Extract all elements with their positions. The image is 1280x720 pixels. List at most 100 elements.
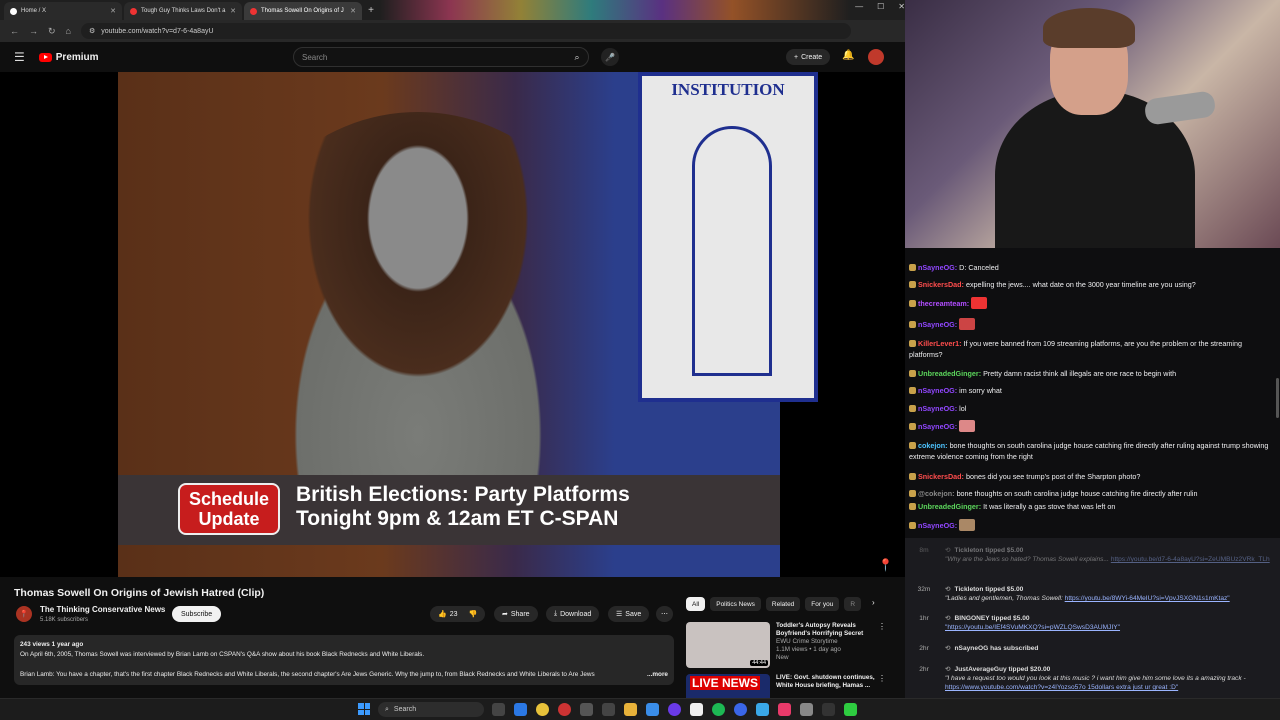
video-thumbnail[interactable]: 44:44 (686, 622, 770, 668)
chip-politics-news[interactable]: Politics News (710, 597, 761, 611)
event-link[interactable]: https://youtu.be/8WYi-64MeIU?si=VpvJSXGN… (1065, 595, 1230, 602)
more-options-icon[interactable]: ⋮ (878, 622, 886, 631)
related-video[interactable]: 44:44 Toddler's Autopsy Reveals Boyfrien… (686, 622, 896, 668)
thumbs-down-icon[interactable]: 👎 (469, 610, 478, 618)
event-link[interactable]: "https://youtu.be/IEf4SVuMKXQ?si=pWZLQSw… (945, 624, 1120, 631)
home-icon[interactable]: ⌂ (66, 26, 71, 36)
institution-banner: INSTITUTION (638, 72, 818, 402)
browser-tab-video-1[interactable]: Tough Guy Thinks Laws Don't a ✕ (124, 2, 242, 20)
chat-message: thecreamteam: (909, 297, 1271, 309)
minimize-icon[interactable]: — (855, 2, 863, 11)
subscribe-button[interactable]: Subscribe (172, 606, 222, 622)
browser-tab-x[interactable]: Home / X ✕ (4, 2, 122, 20)
store-icon[interactable] (646, 703, 659, 716)
search-icon[interactable]: ⌕ (566, 47, 588, 67)
notion-icon[interactable] (690, 703, 703, 716)
save-icon: ☰ (616, 611, 623, 618)
chat-text: bone thoughts on south carolina judge ho… (956, 489, 1198, 498)
maximize-icon[interactable]: ☐ (877, 2, 884, 11)
spotify-icon[interactable] (712, 703, 725, 716)
close-window-icon[interactable]: ✕ (898, 2, 905, 11)
windows-start-icon[interactable] (358, 703, 370, 715)
chat-username[interactable]: UnbreadedGinger: (918, 369, 981, 378)
forward-icon[interactable]: → (29, 26, 38, 36)
chat-message: nSayneOG: D: Canceled (909, 262, 1271, 273)
microphone-icon[interactable]: 🎤 (601, 48, 619, 66)
terminal-icon[interactable] (602, 703, 615, 716)
video-player[interactable]: INSTITUTION Schedule Update British Elect… (0, 72, 905, 577)
steam-icon[interactable] (734, 703, 747, 716)
save-button[interactable]: ☰ Save (608, 606, 650, 622)
thumbs-up-icon: 👍 (438, 611, 447, 618)
task-view-icon[interactable] (492, 703, 505, 716)
more-options-icon[interactable]: ⋮ (878, 674, 886, 683)
chat-username[interactable]: nSayneOG: (918, 404, 957, 413)
site-info-icon[interactable]: ⚙ (89, 27, 95, 35)
chat-username[interactable]: SnickersDad: (918, 280, 964, 289)
chip-truncated[interactable]: R (844, 597, 862, 611)
notifications-bell-icon[interactable]: 🔔 (842, 50, 854, 61)
hamburger-menu-icon[interactable]: ☰ (14, 50, 25, 64)
taskbar-apps (492, 703, 857, 716)
app-icon[interactable] (778, 703, 791, 716)
download-button[interactable]: ⤓ Download (546, 606, 600, 622)
chat-username[interactable]: nSayneOG: (918, 386, 957, 395)
channel-avatar[interactable]: 📍 (16, 606, 32, 622)
chat-username[interactable]: nSayneOG: (918, 320, 957, 329)
url-field[interactable]: ⚙ youtube.com/watch?v=d7-6-4a8ayU (80, 23, 851, 39)
reload-icon[interactable]: ↻ (48, 26, 56, 37)
share-button[interactable]: ➦ Share (494, 606, 538, 622)
back-icon[interactable]: ← (10, 26, 19, 36)
like-button[interactable]: 👍 23 👎 (430, 606, 486, 622)
chat-username[interactable]: nSayneOG: (918, 263, 957, 272)
search-input[interactable]: Search (293, 47, 589, 67)
app-icon[interactable] (800, 703, 813, 716)
chat-message: nSayneOG: im sorry what (909, 385, 1271, 396)
location-pin-icon: 📍 (878, 558, 893, 572)
video-description[interactable]: 243 views 1 year ago On April 6th, 2005,… (14, 635, 674, 685)
chat-message: nSayneOG: (909, 420, 1271, 432)
chip-related[interactable]: Related (765, 597, 801, 611)
app-icon[interactable] (756, 703, 769, 716)
chat-username[interactable]: nSayneOG: (918, 422, 957, 431)
chat-username[interactable]: SnickersDad: (918, 472, 964, 481)
chat-username[interactable]: UnbreadedGinger: (918, 502, 981, 511)
event-title: Tickleton tipped $5.00 (954, 586, 1024, 593)
obs-icon[interactable] (558, 703, 571, 716)
chip-all[interactable]: All (686, 597, 706, 611)
cspan-lower-third: Schedule Update British Elections: Party … (118, 475, 780, 545)
chat-message: nSayneOG: (909, 519, 1271, 531)
chip-for-you[interactable]: For you (805, 597, 840, 611)
chat-username[interactable]: @cokejon: (918, 489, 955, 498)
edge-icon[interactable] (514, 703, 527, 716)
chat-username[interactable]: thecreamteam: (918, 299, 969, 308)
create-button[interactable]: + Create (786, 49, 831, 65)
chevron-right-icon[interactable]: › (872, 598, 875, 607)
more-actions-icon[interactable]: ⋯ (656, 606, 673, 622)
youtube-logo[interactable]: Premium (38, 52, 99, 63)
chat-scrollbar[interactable] (1276, 378, 1279, 418)
folder-icon[interactable] (624, 703, 637, 716)
event-time: 32m (917, 586, 931, 593)
close-tab-icon[interactable]: ✕ (230, 7, 236, 15)
browser-tab-video-2[interactable]: Thomas Sowell On Origins of J ✕ (244, 2, 362, 20)
account-avatar[interactable] (868, 49, 884, 65)
chat-username[interactable]: nSayneOG: (918, 521, 957, 530)
chat-username[interactable]: cokejon: (918, 441, 948, 450)
channel-name[interactable]: The Thinking Conservative News (40, 605, 165, 614)
show-more-link[interactable]: ...more (647, 670, 668, 680)
event-link[interactable]: https://youtu.be/d7-6-4a8ayU?si=ZeUMBUz2… (1111, 556, 1270, 563)
close-tab-icon[interactable]: ✕ (350, 7, 356, 15)
microphone-illustration (1143, 90, 1217, 126)
chrome-icon[interactable] (536, 703, 549, 716)
chat-badge-icon (909, 387, 916, 394)
close-tab-icon[interactable]: ✕ (110, 7, 116, 15)
app-icon[interactable] (844, 703, 857, 716)
taskbar-search-input[interactable]: ⌕ Search (378, 702, 484, 717)
event-link[interactable]: https://www.youtube.com/watch?v=z4IYozso… (945, 684, 1178, 691)
new-tab-icon[interactable]: + (364, 2, 378, 20)
discord-icon[interactable] (668, 703, 681, 716)
chat-username[interactable]: KillerLever1: (918, 339, 962, 348)
calculator-icon[interactable] (580, 703, 593, 716)
app-icon[interactable] (822, 703, 835, 716)
